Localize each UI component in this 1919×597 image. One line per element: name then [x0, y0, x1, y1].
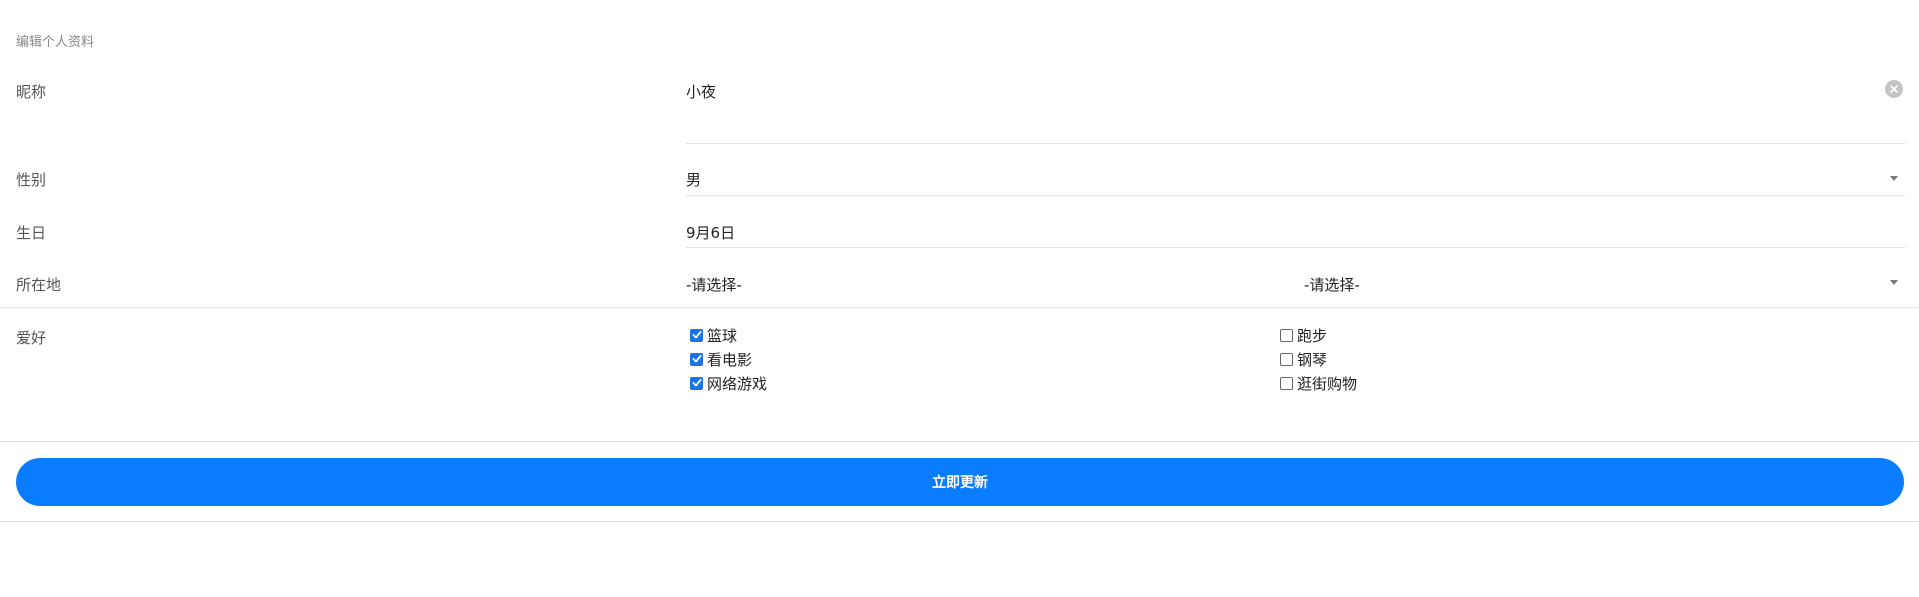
checkbox-checked-icon[interactable] [690, 352, 703, 366]
chevron-down-icon[interactable] [1890, 280, 1898, 285]
nickname-input[interactable]: 小夜 [686, 81, 1866, 102]
divider [0, 307, 1919, 308]
checkbox-unchecked-icon[interactable] [1280, 352, 1293, 366]
checkbox-unchecked-icon[interactable] [1280, 328, 1293, 342]
hobby-label: 看电影 [707, 350, 753, 369]
hobby-checkbox-running[interactable]: 跑步 [1280, 325, 1327, 345]
page-heading: 编辑个人资料 [16, 35, 95, 50]
clear-icon[interactable] [1885, 80, 1903, 98]
hobby-label: 篮球 [707, 326, 738, 345]
edit-profile-page: 编辑个人资料 昵称 小夜 性别 男 生日 9月6日 所在地 -请选择- -请选择… [0, 0, 1919, 597]
gender-underline [686, 195, 1905, 196]
hobby-label: 钢琴 [1297, 350, 1328, 369]
nickname-underline [686, 143, 1905, 144]
hobbies-label: 爱好 [16, 329, 47, 347]
hobby-label: 网络游戏 [707, 374, 768, 393]
checkbox-checked-icon[interactable] [690, 376, 703, 390]
checkbox-unchecked-icon[interactable] [1280, 376, 1293, 390]
update-button[interactable]: 立即更新 [16, 458, 1904, 506]
hobby-checkbox-movies[interactable]: 看电影 [690, 349, 752, 369]
hobby-label: 逛街购物 [1297, 374, 1358, 393]
birthday-underline [686, 247, 1905, 248]
province-select[interactable]: -请选择- [686, 274, 1266, 295]
location-label: 所在地 [16, 276, 62, 294]
hobby-checkbox-shopping[interactable]: 逛街购物 [1280, 373, 1357, 393]
divider [0, 521, 1919, 522]
checkbox-checked-icon[interactable] [690, 328, 703, 342]
nickname-label: 昵称 [16, 83, 47, 101]
gender-label: 性别 [16, 171, 47, 189]
hobby-checkbox-basketball[interactable]: 篮球 [690, 325, 737, 345]
city-select[interactable]: -请选择- [1304, 274, 1884, 295]
chevron-down-icon[interactable] [1890, 176, 1898, 181]
birthday-input[interactable]: 9月6日 [686, 222, 1886, 243]
hobby-label: 跑步 [1297, 326, 1328, 345]
divider [0, 441, 1919, 442]
gender-select[interactable]: 男 [686, 169, 1886, 190]
birthday-label: 生日 [16, 224, 47, 242]
hobby-checkbox-piano[interactable]: 钢琴 [1280, 349, 1327, 369]
hobby-checkbox-online-games[interactable]: 网络游戏 [690, 373, 767, 393]
